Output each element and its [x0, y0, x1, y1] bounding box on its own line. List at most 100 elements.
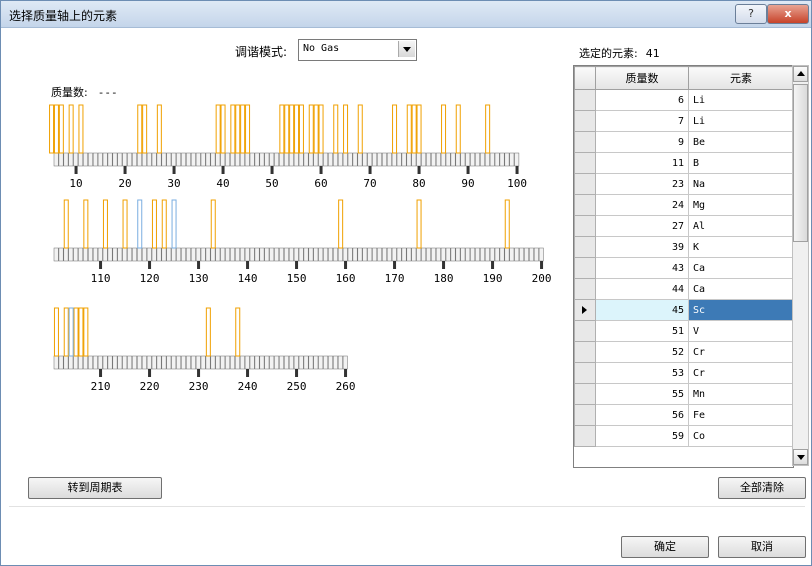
mass-cell-mark[interactable] [308, 152, 314, 167]
mass-cell-mark[interactable] [494, 152, 500, 167]
mass-cell-mark[interactable] [514, 247, 520, 262]
mass-cell[interactable]: 43 [595, 257, 689, 279]
mass-cell-mark[interactable] [416, 152, 422, 167]
mass-cell-mark[interactable] [78, 152, 84, 167]
mass-cell-mark[interactable] [127, 152, 133, 167]
mass-cell-mark[interactable] [151, 152, 157, 167]
mass-cell-mark[interactable] [132, 152, 137, 167]
mass-cell-mark[interactable] [186, 355, 191, 370]
mass-cell-mark[interactable] [88, 355, 93, 370]
mass-cell-mark[interactable] [318, 152, 324, 167]
table-row[interactable]: 43 Ca [574, 257, 793, 279]
mass-cell-mark[interactable] [279, 355, 284, 370]
clear-all-button[interactable]: 全部清除 [718, 477, 806, 499]
mass-cell-mark[interactable] [254, 247, 260, 262]
mass-cell-mark[interactable] [264, 355, 270, 370]
mass-cell-mark[interactable] [440, 247, 446, 262]
element-table[interactable]: 质量数 元素 6 Li 7 Li 9 Be 11 B 23 Na 24 Mg 27 Al 39 K 43 Ca 44… [573, 65, 794, 468]
mass-cell-mark[interactable] [215, 355, 221, 370]
mass-cell-mark[interactable] [293, 247, 299, 262]
mass-cell-mark[interactable] [68, 247, 74, 262]
mass-cell-mark[interactable] [499, 152, 505, 167]
periodic-table-button[interactable]: 转到周期表 [28, 477, 162, 499]
mass-cell[interactable]: 52 [595, 341, 689, 363]
mass-cell-mark[interactable] [97, 355, 103, 370]
mass-cell[interactable]: 7 [595, 110, 689, 132]
mass-cell-mark[interactable] [377, 247, 382, 262]
mass-cell[interactable]: 45 [595, 299, 689, 321]
mass-cell-mark[interactable] [122, 247, 128, 262]
mass-cell-mark[interactable] [190, 247, 196, 262]
mass-cell-mark[interactable] [308, 355, 314, 370]
mass-cell-mark[interactable] [288, 247, 294, 262]
mass-cell-mark[interactable] [382, 247, 387, 262]
mass-cell-mark[interactable] [122, 152, 128, 167]
mass-cell-mark[interactable] [58, 247, 64, 262]
mass-cell-mark[interactable] [176, 355, 182, 370]
mass-cell-mark[interactable] [514, 152, 520, 167]
element-cell[interactable]: Li [688, 110, 793, 132]
mass-cell-mark[interactable] [137, 355, 142, 370]
mass-cell-mark[interactable] [274, 152, 280, 167]
mass-cell-mark[interactable] [284, 247, 289, 262]
mass-cell-mark[interactable] [333, 355, 338, 370]
mass-cell[interactable]: 56 [595, 404, 689, 426]
mass-column-header[interactable]: 质量数 [595, 66, 689, 90]
mass-cell-mark[interactable] [127, 247, 133, 262]
mass-cell-mark[interactable] [190, 152, 196, 167]
mass-cell-mark[interactable] [210, 247, 216, 262]
mass-cell-mark[interactable] [440, 152, 446, 167]
mass-cell-mark[interactable] [112, 355, 118, 370]
mass-cell-mark[interactable] [205, 355, 211, 370]
element-cell[interactable]: K [688, 236, 793, 258]
element-cell[interactable]: Cr [688, 341, 793, 363]
mass-cell-mark[interactable] [141, 355, 147, 370]
mass-cell-mark[interactable] [288, 355, 294, 370]
mass-cell-mark[interactable] [161, 355, 167, 370]
help-button[interactable]: ? [735, 4, 767, 24]
row-header[interactable] [574, 362, 596, 384]
mass-cell-mark[interactable] [176, 152, 182, 167]
mass-cell-mark[interactable] [269, 355, 275, 370]
mass-cell-mark[interactable] [342, 152, 348, 167]
mass-cell-mark[interactable] [421, 247, 427, 262]
mass-cell-mark[interactable] [171, 152, 177, 167]
mass-cell-mark[interactable] [156, 152, 162, 167]
mass-cell-mark[interactable] [333, 152, 338, 167]
mass-cell-mark[interactable] [509, 247, 515, 262]
mass-cell-mark[interactable] [284, 152, 289, 167]
mass-cell-mark[interactable] [68, 355, 74, 370]
mass-cell-mark[interactable] [122, 355, 128, 370]
mass-cell-mark[interactable] [342, 355, 348, 370]
mass-cell-mark[interactable] [146, 355, 152, 370]
mass-cell-mark[interactable] [328, 152, 333, 167]
mass-cell-mark[interactable] [107, 247, 113, 262]
mass-cell-mark[interactable] [465, 247, 471, 262]
mass-cell-mark[interactable] [107, 355, 113, 370]
mass-cell-mark[interactable] [357, 247, 363, 262]
table-row[interactable]: 59 Co [574, 425, 793, 447]
table-row[interactable]: 11 B [574, 152, 793, 174]
mass-cell-mark[interactable] [156, 247, 162, 262]
row-header[interactable] [574, 320, 596, 342]
mass-cell-mark[interactable] [269, 152, 275, 167]
mass-cell-mark[interactable] [210, 355, 216, 370]
mass-cell-mark[interactable] [269, 247, 275, 262]
mass-cell-mark[interactable] [386, 247, 392, 262]
mass-cell-mark[interactable] [205, 247, 211, 262]
mass-cell-mark[interactable] [239, 247, 245, 262]
element-cell[interactable]: Mg [688, 194, 793, 216]
mass-cell[interactable]: 53 [595, 362, 689, 384]
close-button[interactable]: x [767, 4, 809, 24]
mass-cell-mark[interactable] [406, 152, 412, 167]
mass-cell-mark[interactable] [298, 247, 304, 262]
mass-cell-mark[interactable] [117, 152, 123, 167]
mass-cell[interactable]: 6 [595, 89, 689, 111]
mass-cell-mark[interactable] [529, 247, 534, 262]
mass-cell[interactable]: 11 [595, 152, 689, 174]
mass-cell-mark[interactable] [181, 355, 186, 370]
mass-cell-mark[interactable] [318, 247, 324, 262]
row-header[interactable] [574, 173, 596, 195]
mass-cell[interactable]: 23 [595, 173, 689, 195]
table-row[interactable]: 23 Na [574, 173, 793, 195]
